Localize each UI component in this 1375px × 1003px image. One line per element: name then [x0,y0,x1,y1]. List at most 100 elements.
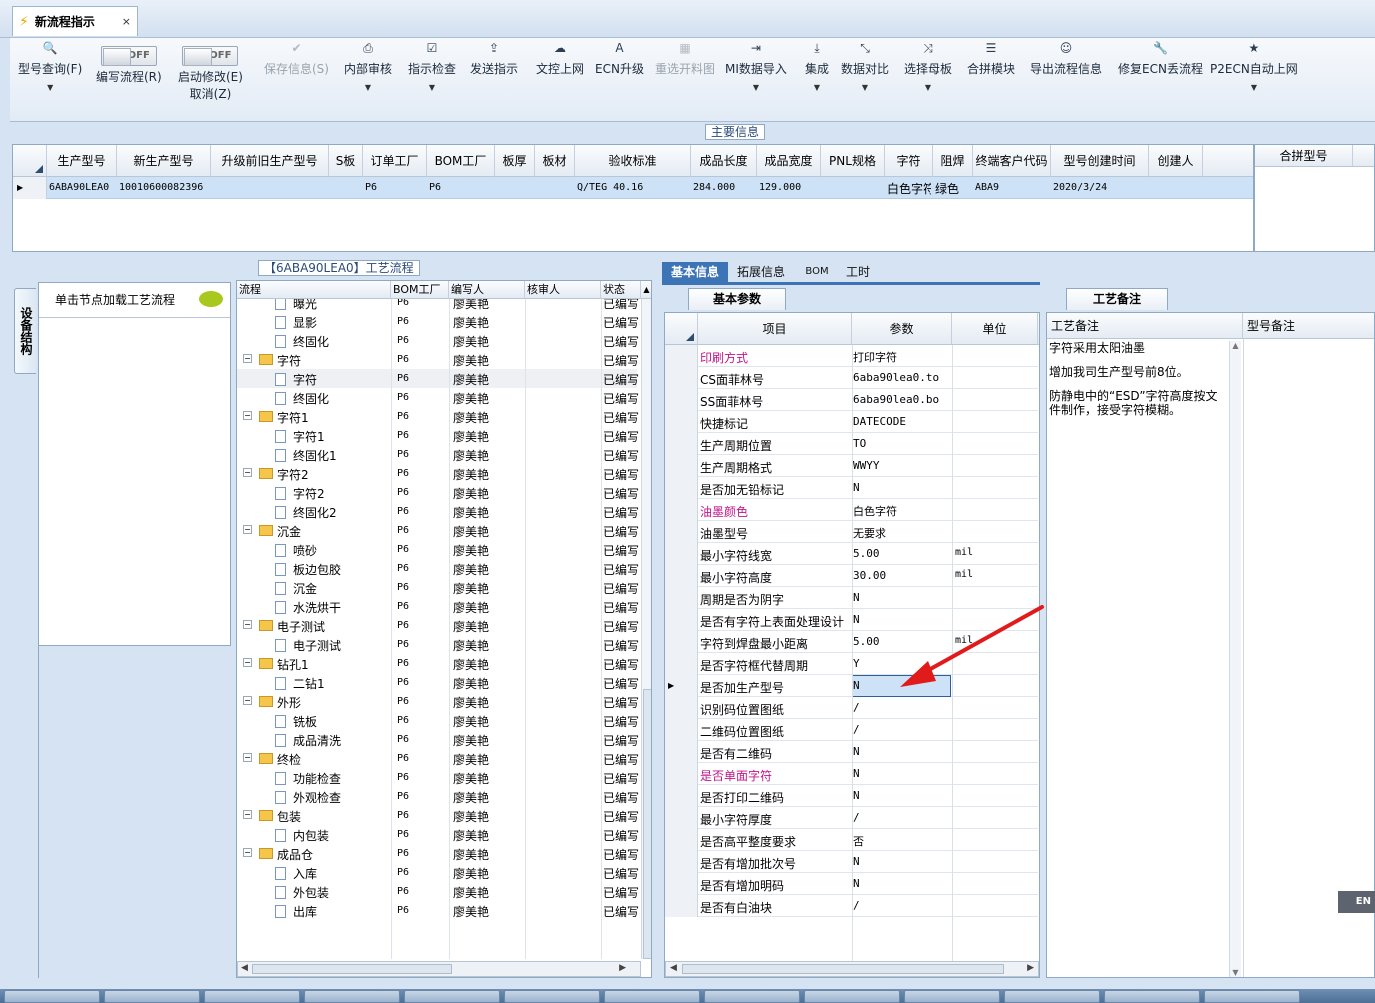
params-hscrollbar[interactable]: ◀ ▶ [665,961,1039,977]
main-info-col-header[interactable]: 终端客户代码 [973,145,1051,177]
main-info-col-header[interactable]: 阻焊 [933,145,973,177]
scroll-left-icon[interactable]: ◀ [241,963,248,973]
scroll-down-icon[interactable]: ▼ [1230,968,1241,977]
row-selector[interactable] [665,851,698,873]
toolbar-指示检查[interactable]: ☑ 指示检查 ▼ [408,40,456,92]
scroll-up-icon[interactable]: ▲ [641,281,651,299]
main-info-col-header[interactable]: 字符 [885,145,933,177]
toolbar-保存信息[interactable]: ✔ 保存信息(S) [264,40,329,77]
notes-vscrollbar[interactable]: ▲ ▼ [1229,341,1241,977]
params-col-header[interactable]: 单位 [952,313,1038,345]
scroll-thumb[interactable] [682,964,1004,974]
row-selector[interactable] [665,543,698,565]
scroll-right-icon[interactable]: ▶ [619,963,626,973]
param-value[interactable]: 打印字符 [853,349,897,365]
flow-tree-row[interactable]: 外观检查 P6 廖美艳 已编写 [237,787,639,806]
param-value[interactable]: 5.00 [853,547,880,560]
dropdown-arrow-icon[interactable]: ▼ [725,83,787,92]
taskbar-button[interactable] [4,990,100,1003]
row-selector[interactable] [665,609,698,631]
param-value[interactable]: N [853,481,860,494]
row-selector[interactable]: ▶ [665,675,698,697]
row-selector[interactable] [665,499,698,521]
taskbar-button[interactable] [404,990,500,1003]
scroll-left-icon[interactable]: ◀ [670,963,677,973]
collapse-toggle-icon[interactable]: − [243,620,252,629]
row-selector[interactable] [665,455,698,477]
flow-tree-row[interactable]: 字符1 P6 廖美艳 已编写 [237,426,639,445]
row-selector[interactable] [665,587,698,609]
flow-tree-row[interactable]: 内包装 P6 廖美艳 已编写 [237,825,639,844]
flow-tree-row[interactable]: − 包装 P6 廖美艳 已编写 [237,806,639,825]
dropdown-arrow-icon[interactable]: ▼ [18,83,82,92]
taskbar-button[interactable] [304,990,400,1003]
flow-tree-row[interactable]: 显影 P6 廖美艳 已编写 [237,312,639,331]
main-info-col-header[interactable]: 创建人 [1149,145,1203,177]
flow-tree-row[interactable]: − 字符 P6 廖美艳 已编写 [237,350,639,369]
param-value[interactable]: 5.00 [853,635,880,648]
row-selector[interactable] [665,411,698,433]
row-selector[interactable] [665,763,698,785]
row-selector[interactable] [665,367,698,389]
taskbar-button[interactable] [804,990,900,1003]
row-selector[interactable] [665,477,698,499]
collapse-toggle-icon[interactable]: − [243,696,252,705]
detail-tab[interactable]: 拓展信息 [732,262,790,282]
flow-tree-row[interactable]: − 终检 P6 廖美艳 已编写 [237,749,639,768]
main-info-col-header[interactable]: 成品宽度 [757,145,821,177]
toolbar-数据对比[interactable]: ⤡ 数据对比 ▼ [841,40,889,92]
row-selector[interactable] [665,807,698,829]
main-info-row[interactable]: ▶ 6ABA90LEA0 10010600082396 P6 P6 Q/TEG 40.16… [13,177,1253,199]
main-info-col-header[interactable]: 验收标准 [575,145,691,177]
toolbar-修复丢流程[interactable]: 🔧 修复ECN丢流程 [1118,40,1203,77]
param-value[interactable]: N [853,767,860,780]
param-value[interactable]: / [853,811,860,824]
param-value[interactable]: / [853,723,860,736]
dropdown-arrow-icon[interactable]: ▼ [408,83,456,92]
taskbar-button[interactable] [704,990,800,1003]
flow-col-header[interactable]: BOM工厂 [391,281,449,299]
row-selector[interactable] [665,873,698,895]
row-selector[interactable] [665,345,698,367]
flow-hscrollbar[interactable]: ◀ ▶ [237,961,641,977]
param-value[interactable]: 6aba90lea0.bo [853,393,939,406]
detail-tab[interactable]: 工时 [840,262,876,282]
flow-col-header[interactable]: 流程 [237,281,391,299]
toolbar-导出流程信息[interactable]: ☺ 导出流程信息 [1030,40,1102,77]
collapse-toggle-icon[interactable]: − [243,753,252,762]
collapse-toggle-icon[interactable]: − [243,658,252,667]
main-info-col-header[interactable]: 板厚 [495,145,535,177]
dropdown-arrow-icon[interactable]: ▼ [805,83,829,92]
params-col-header[interactable]: 参数 [852,313,952,345]
param-value[interactable]: 否 [853,833,864,849]
param-value[interactable]: N [853,745,860,758]
taskbar-button[interactable] [1104,990,1200,1003]
main-info-col-header[interactable]: 订单工厂 [363,145,427,177]
notes-text[interactable]: 字符采用太阳油墨 增加我司生产型号前8位。 防静电中的“ESD”字符高度按文件制作，… [1049,341,1227,427]
param-value[interactable]: N [853,855,860,868]
toolbar-启动修改[interactable]: OFF 启动修改(E) 取消(Z) [178,40,243,102]
flow-tree-row[interactable]: 喷砂 P6 廖美艳 已编写 [237,540,639,559]
toolbar-内部审核[interactable]: ⎙ 内部审核 ▼ [344,40,392,92]
flow-tree-row[interactable]: − 成品仓 P6 廖美艳 已编写 [237,844,639,863]
taskbar-button[interactable] [1004,990,1100,1003]
row-selector[interactable] [665,697,698,719]
param-value[interactable]: / [853,701,860,714]
main-info-col-header[interactable]: 成品长度 [691,145,757,177]
flow-tree-row[interactable]: − 外形 P6 廖美艳 已编写 [237,692,639,711]
flow-tree-row[interactable]: 沉金 P6 廖美艳 已编写 [237,578,639,597]
toolbar-重选开料图[interactable]: ▦ 重选开料图 [655,40,715,77]
flow-tree-row[interactable]: 字符2 P6 廖美艳 已编写 [237,483,639,502]
flow-tree-row[interactable]: 曝光 P6 廖美艳 已编写 [237,299,639,312]
param-value[interactable]: Y [853,657,860,670]
toolbar-选择母板[interactable]: ⤨ 选择母板 ▼ [904,40,952,92]
row-selector[interactable] [665,829,698,851]
flow-tree-row[interactable]: 铣板 P6 廖美艳 已编写 [237,711,639,730]
param-value[interactable]: N [853,679,860,692]
param-value[interactable]: 6aba90lea0.to [853,371,939,384]
detail-tab[interactable]: BOM [802,262,832,282]
flow-tree-row[interactable]: 二钻1 P6 廖美艳 已编写 [237,673,639,692]
flow-tree-row[interactable]: − 字符2 P6 廖美艳 已编写 [237,464,639,483]
main-info-col-header[interactable]: BOM工厂 [427,145,495,177]
flow-col-header[interactable]: 状态 [601,281,641,299]
